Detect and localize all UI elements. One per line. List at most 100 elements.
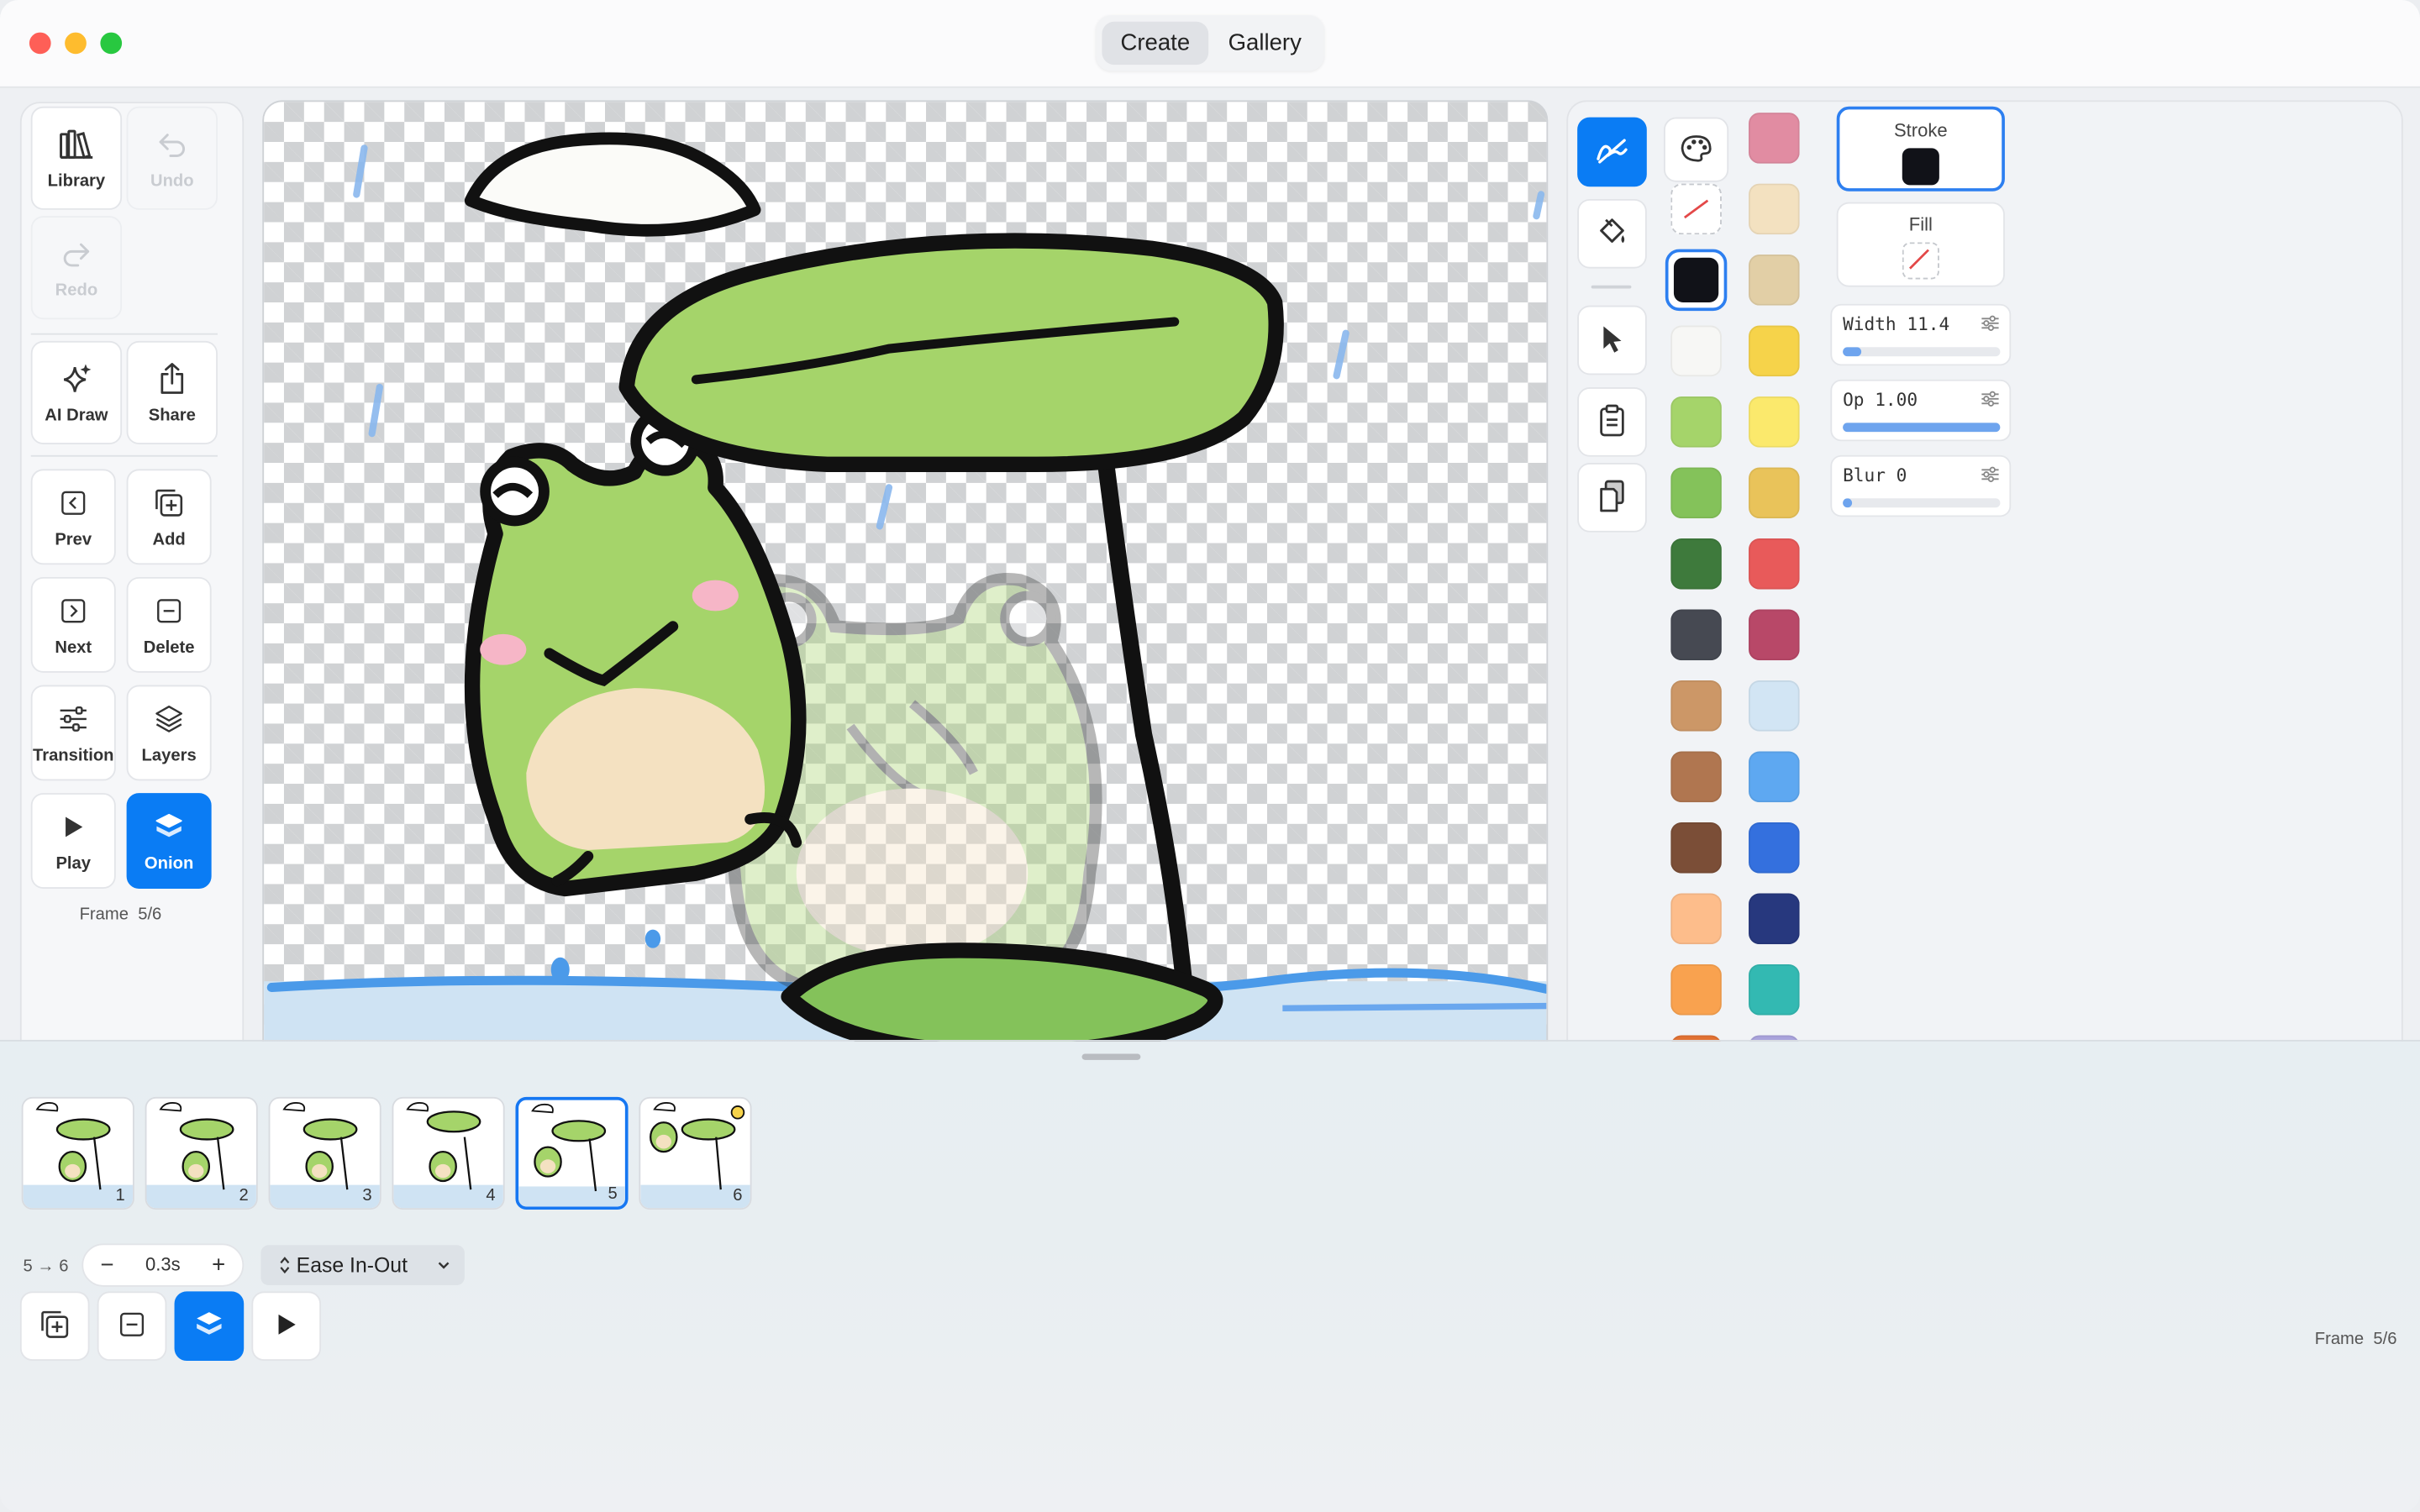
swatch[interactable] bbox=[1749, 963, 1800, 1016]
color-palette-button[interactable] bbox=[1664, 117, 1729, 182]
add-frame-button[interactable]: Add bbox=[126, 469, 212, 565]
drag-handle[interactable] bbox=[1081, 1053, 1141, 1060]
fill-tool-button[interactable] bbox=[1577, 198, 1647, 269]
transition-label: Transition bbox=[32, 745, 114, 765]
frame-counter-label: Frame bbox=[79, 904, 129, 924]
frame-thumbnail[interactable]: 5 bbox=[515, 1096, 629, 1210]
redo-icon bbox=[58, 235, 95, 272]
frame-status-value: 5/6 bbox=[2373, 1328, 2397, 1348]
minimize-window-button[interactable] bbox=[65, 32, 87, 55]
swatch[interactable] bbox=[1670, 751, 1722, 803]
swatch[interactable] bbox=[1749, 183, 1800, 235]
chevron-updown-icon bbox=[280, 1257, 290, 1274]
play-button[interactable]: Play bbox=[30, 793, 116, 889]
layers-button[interactable]: Layers bbox=[126, 685, 212, 781]
minus-square-icon bbox=[150, 592, 187, 629]
transition-button[interactable]: Transition bbox=[30, 685, 116, 781]
easing-value: Ease In-Out bbox=[296, 1252, 408, 1277]
opacity-label: Op 1.00 bbox=[1843, 390, 1918, 411]
onion-skin-button[interactable] bbox=[174, 1291, 245, 1362]
opacity-slider[interactable]: Op 1.00 bbox=[1830, 379, 2012, 442]
delete-frame-button[interactable]: Delete bbox=[126, 576, 212, 673]
width-label: Width 11.4 bbox=[1843, 314, 1950, 335]
swatch[interactable] bbox=[1749, 893, 1800, 945]
swatch[interactable] bbox=[1749, 822, 1800, 874]
increase-duration-button[interactable]: + bbox=[212, 1252, 225, 1278]
redo-label: Redo bbox=[55, 280, 98, 300]
share-button[interactable]: Share bbox=[126, 340, 218, 444]
blur-slider[interactable]: Blur 0 bbox=[1830, 454, 2012, 517]
zoom-window-button[interactable] bbox=[100, 32, 123, 55]
timeline-panel: 1 2 3 4 5 6 5 → 6 − 0.3s + Ease In-Out Frame … bbox=[0, 1039, 2420, 1512]
tab-create[interactable]: Create bbox=[1102, 21, 1209, 66]
swatch[interactable] bbox=[1670, 822, 1722, 874]
swatch[interactable] bbox=[1749, 609, 1800, 661]
frame-number: 5 bbox=[608, 1183, 618, 1203]
copy-button[interactable] bbox=[1577, 387, 1647, 457]
swatch[interactable] bbox=[1749, 396, 1800, 448]
redo-button[interactable]: Redo bbox=[30, 216, 123, 320]
prev-label: Prev bbox=[55, 529, 92, 549]
library-button[interactable]: Library bbox=[30, 106, 123, 210]
swatch[interactable] bbox=[1670, 893, 1722, 945]
swatch[interactable] bbox=[1749, 467, 1800, 519]
delete-label: Delete bbox=[143, 637, 195, 657]
frame-number: 4 bbox=[486, 1184, 496, 1205]
frame-thumbnail[interactable]: 6 bbox=[639, 1096, 752, 1210]
fill-bucket-icon bbox=[1595, 215, 1628, 253]
swatch[interactable] bbox=[1749, 751, 1800, 803]
play-button[interactable] bbox=[251, 1291, 322, 1362]
frame-counter: Frame 5/6 bbox=[80, 904, 162, 924]
easing-select[interactable]: Ease In-Out bbox=[260, 1245, 465, 1286]
undo-label: Undo bbox=[150, 170, 194, 190]
swatch[interactable] bbox=[1670, 325, 1722, 377]
frog bbox=[464, 406, 807, 897]
width-fill bbox=[1843, 347, 1862, 357]
library-icon bbox=[58, 126, 95, 163]
leaf-stem bbox=[1097, 448, 1195, 1013]
share-label: Share bbox=[148, 405, 196, 425]
swatch[interactable] bbox=[1749, 538, 1800, 590]
prev-frame-button[interactable]: Prev bbox=[30, 469, 116, 565]
blur-track bbox=[1843, 498, 2001, 508]
swatch[interactable] bbox=[1749, 113, 1800, 164]
swatch[interactable] bbox=[1749, 325, 1800, 377]
fill-color-card[interactable]: Fill bbox=[1836, 202, 2005, 287]
palette-icon bbox=[1680, 133, 1712, 165]
add-frame-button[interactable] bbox=[19, 1291, 90, 1362]
swatch-no-color[interactable] bbox=[1670, 183, 1722, 235]
pen-tool-button[interactable] bbox=[1577, 117, 1647, 187]
frame-thumbnail[interactable]: 4 bbox=[392, 1096, 505, 1210]
ai-draw-button[interactable]: AI Draw bbox=[30, 340, 123, 444]
frame-thumbnail[interactable]: 1 bbox=[21, 1096, 134, 1210]
close-window-button[interactable] bbox=[29, 32, 51, 55]
chevron-left-icon bbox=[55, 485, 92, 522]
swatch[interactable] bbox=[1749, 255, 1800, 306]
undo-button[interactable]: Undo bbox=[126, 106, 218, 210]
swatch[interactable] bbox=[1670, 396, 1722, 448]
paste-button[interactable] bbox=[1577, 463, 1647, 533]
frame-number: 3 bbox=[362, 1184, 372, 1205]
drawing-canvas[interactable] bbox=[262, 100, 1549, 1153]
select-tool-button[interactable] bbox=[1577, 305, 1647, 375]
frame-thumbnail[interactable]: 3 bbox=[268, 1096, 381, 1210]
swatch[interactable] bbox=[1670, 467, 1722, 519]
swatch[interactable] bbox=[1749, 680, 1800, 732]
next-frame-button[interactable]: Next bbox=[30, 576, 116, 673]
swatch[interactable] bbox=[1670, 963, 1722, 1016]
delete-frame-button[interactable] bbox=[97, 1291, 167, 1362]
frame-thumbnail[interactable]: 2 bbox=[145, 1096, 258, 1210]
onion-skin-button[interactable]: Onion bbox=[126, 793, 212, 889]
swatch-selected[interactable] bbox=[1665, 249, 1728, 312]
next-label: Next bbox=[55, 637, 92, 657]
width-slider[interactable]: Width 11.4 bbox=[1830, 303, 2012, 366]
swatch[interactable] bbox=[1670, 609, 1722, 661]
sparkles-icon bbox=[58, 360, 95, 397]
swatch[interactable] bbox=[1670, 680, 1722, 732]
tab-gallery[interactable]: Gallery bbox=[1212, 22, 1318, 65]
stroke-color-card[interactable]: Stroke bbox=[1836, 106, 2005, 192]
clipboard-icon bbox=[1599, 404, 1625, 440]
decrease-duration-button[interactable]: − bbox=[100, 1252, 113, 1278]
swatch[interactable] bbox=[1670, 538, 1722, 590]
lily-leaf-umbrella bbox=[618, 233, 1284, 473]
